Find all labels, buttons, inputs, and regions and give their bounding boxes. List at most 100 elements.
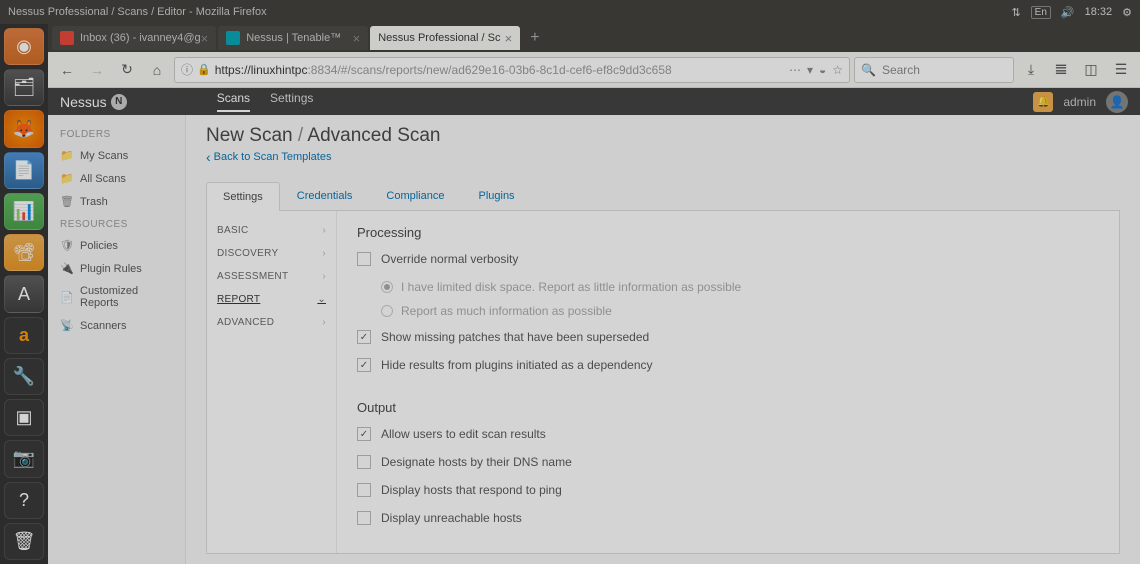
report-icon: 📄 [60,291,72,304]
back-button[interactable]: ← [54,57,80,83]
back-to-templates-link[interactable]: Back to Scan Templates [206,149,331,165]
cat-report[interactable]: REPORT⌄ [207,288,336,311]
tab-plugins[interactable]: Plugins [461,181,531,210]
sidebar-item-scanners[interactable]: 📡Scanners [48,314,185,337]
sidebar-item-trash[interactable]: 🗑Trash [48,190,185,213]
cat-discovery[interactable]: DISCOVERY› [207,242,336,265]
settings-categories: BASIC› DISCOVERY› ASSESSMENT› REPORT⌄ AD… [207,211,337,553]
url-path: :8834/#/scans/reports/new/ad629e16-03b6-… [307,63,671,77]
nessus-logo: NessusN [60,94,127,110]
menu-button[interactable]: ☰ [1108,57,1134,83]
processing-header: Processing [357,225,1099,240]
close-tab-icon[interactable]: × [201,31,209,46]
close-tab-icon[interactable]: × [353,31,361,46]
launcher-settings[interactable]: 🔧 [4,358,44,395]
scanner-icon: 📡 [60,319,72,332]
unity-launcher: ◉ 🗂 🦊 📄 📊 📽 A a 🔧 ▣ 📷 ? 🗑 [0,24,48,564]
home-button[interactable]: ⌂ [144,57,170,83]
launcher-trash[interactable]: 🗑 [4,523,44,560]
launcher-dash[interactable]: ◉ [4,28,44,65]
folder-icon: 📁 [60,149,72,162]
reader-icon[interactable]: ▾ [807,63,813,77]
new-tab-button[interactable]: + [522,29,547,47]
lock-icon: 🔒 [197,63,211,76]
output-header: Output [357,400,1099,415]
launcher-terminal[interactable]: ▣ [4,399,44,436]
forward-button[interactable]: → [84,57,110,83]
chevron-right-icon: › [322,271,326,282]
notification-bell-icon[interactable]: 🔔 [1033,92,1053,112]
user-avatar-icon[interactable]: 👤 [1106,91,1128,113]
shield-icon: 🛡 [60,239,72,252]
chevron-right-icon: › [322,225,326,236]
topnav-settings[interactable]: Settings [270,91,313,112]
page-title: New Scan / Advanced Scan [206,125,1120,147]
checkbox-unreachable[interactable] [357,511,371,525]
launcher-writer[interactable]: 📄 [4,152,44,189]
label-respond-ping: Display hosts that respond to ping [381,483,562,497]
tab-credentials[interactable]: Credentials [280,181,370,210]
cat-advanced[interactable]: ADVANCED› [207,311,336,334]
cat-basic[interactable]: BASIC› [207,219,336,242]
user-label[interactable]: admin [1063,95,1096,109]
nessus-header: NessusN Scans Settings 🔔 admin 👤 [48,88,1140,115]
label-allow-edit: Allow users to edit scan results [381,427,546,441]
network-indicator: ⇅ [1011,6,1020,19]
radio-limited-disk[interactable] [381,281,393,293]
sidebar-item-custom-reports[interactable]: 📄Customized Reports [48,280,185,314]
cat-assessment[interactable]: ASSESSMENT› [207,265,336,288]
launcher-software[interactable]: A [4,275,44,312]
label-hide-deps: Hide results from plugins initiated as a… [381,358,653,372]
sidebar-item-policies[interactable]: 🛡Policies [48,234,185,257]
browser-tab-inbox[interactable]: Inbox (36) - ivanney4@g × [52,26,216,50]
close-tab-icon[interactable]: × [505,31,513,46]
topnav-scans[interactable]: Scans [217,91,250,112]
launcher-amazon[interactable]: a [4,317,44,354]
info-icon[interactable]: ⓘ [181,61,193,78]
sidebar-section-resources: RESOURCES [48,213,185,234]
tab-compliance[interactable]: Compliance [369,181,461,210]
sidebar-item-my-scans[interactable]: 📁My Scans [48,144,185,167]
downloads-button[interactable]: ⤓ [1018,57,1044,83]
pocket-icon[interactable]: ◒ [819,63,826,77]
tab-settings[interactable]: Settings [206,182,280,211]
checkbox-allow-edit[interactable] [357,427,371,441]
firefox-nav-bar: ← → ↻ ⌂ ⓘ 🔒 https://linuxhintpc :8834/#/… [48,52,1140,88]
label-max-info: Report as much information as possible [401,304,612,318]
power-icon[interactable]: ⚙ [1122,6,1132,19]
checkbox-hide-deps[interactable] [357,358,371,372]
checkbox-dns-name[interactable] [357,455,371,469]
plugin-icon: 🔌 [60,262,72,275]
more-icon[interactable]: ⋯ [789,63,801,77]
checkbox-missing-patches[interactable] [357,330,371,344]
sidebar-section-folders: FOLDERS [48,123,185,144]
browser-tab-tenable[interactable]: Nessus | Tenable™ × [218,26,368,50]
clock: 18:32 [1085,6,1113,18]
library-button[interactable]: 𝌆 [1048,57,1074,83]
chevron-right-icon: › [322,317,326,328]
chevron-right-icon: › [322,248,326,259]
bookmark-icon[interactable]: ☆ [832,63,843,77]
nessus-main: New Scan / Advanced Scan Back to Scan Te… [186,115,1140,564]
radio-max-info[interactable] [381,305,393,317]
url-bar[interactable]: ⓘ 🔒 https://linuxhintpc :8834/#/scans/re… [174,57,850,83]
launcher-firefox[interactable]: 🦊 [4,110,44,147]
launcher-files[interactable]: 🗂 [4,69,44,106]
sidebar-item-all-scans[interactable]: 📁All Scans [48,167,185,190]
launcher-calc[interactable]: 📊 [4,193,44,230]
label-dns-name: Designate hosts by their DNS name [381,455,572,469]
trash-icon: 🗑 [60,195,72,208]
checkbox-respond-ping[interactable] [357,483,371,497]
launcher-impress[interactable]: 📽 [4,234,44,271]
label-unreachable: Display unreachable hosts [381,511,522,525]
browser-tab-nessus[interactable]: Nessus Professional / Sc × [370,26,520,50]
tab-label: Inbox (36) - ivanney4@g [80,32,201,44]
launcher-screenshot[interactable]: 📷 [4,440,44,477]
sidebar-item-plugin-rules[interactable]: 🔌Plugin Rules [48,257,185,280]
reload-button[interactable]: ↻ [114,57,140,83]
launcher-help[interactable]: ? [4,482,44,519]
search-bar[interactable]: 🔍 Search [854,57,1014,83]
checkbox-override-verbosity[interactable] [357,252,371,266]
search-icon: 🔍 [861,63,876,77]
sidebar-button[interactable]: ◫ [1078,57,1104,83]
